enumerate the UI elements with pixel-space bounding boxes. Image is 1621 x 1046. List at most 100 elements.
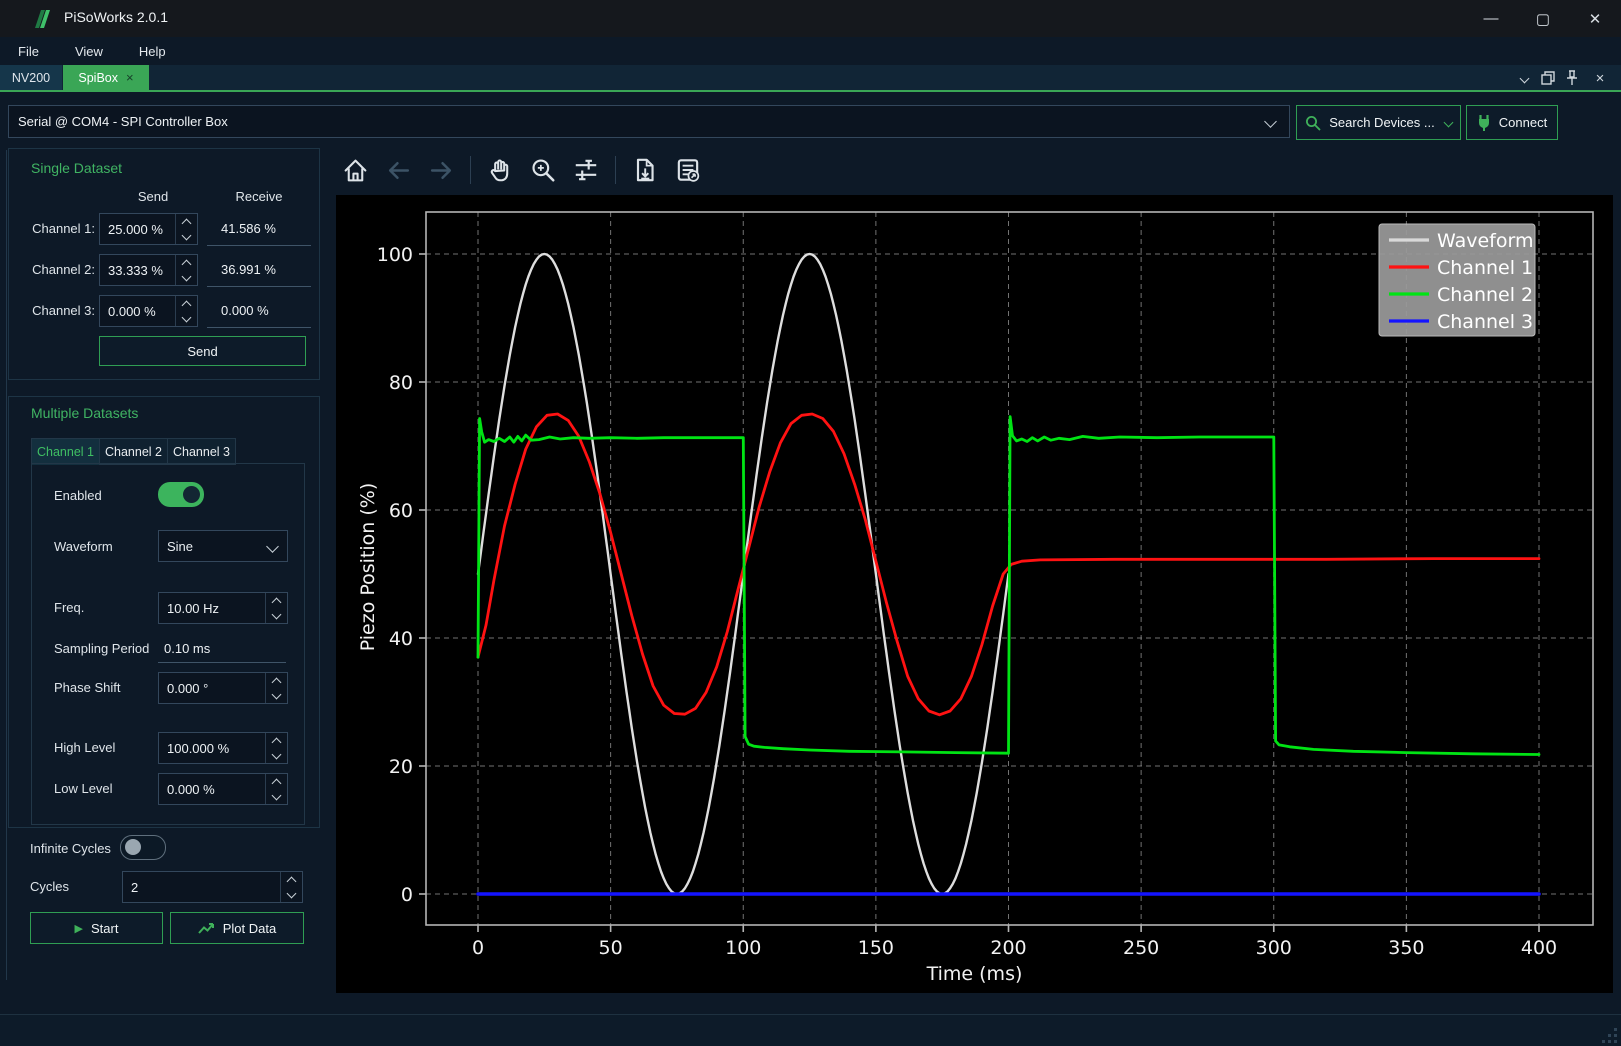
device-select[interactable]: Serial @ COM4 - SPI Controller Box bbox=[8, 105, 1290, 138]
send-column-header: Send bbox=[113, 189, 193, 204]
high-level-label: High Level bbox=[54, 740, 115, 755]
high-level-spin-buttons[interactable] bbox=[265, 733, 287, 763]
svg-text:100: 100 bbox=[725, 937, 761, 959]
plot-line-icon bbox=[198, 921, 215, 935]
cycles-input[interactable]: 2 bbox=[122, 871, 303, 903]
menu-help[interactable]: Help bbox=[121, 37, 184, 65]
channel3-send-spin-buttons[interactable] bbox=[175, 296, 197, 326]
tab-list-chevron-icon[interactable] bbox=[1513, 67, 1535, 89]
tab-channel-1[interactable]: Channel 1 bbox=[31, 438, 100, 465]
send-button-label: Send bbox=[187, 344, 217, 359]
search-devices-button[interactable]: Search Devices ... bbox=[1296, 105, 1461, 140]
channel1-send-spin-buttons[interactable] bbox=[175, 214, 197, 244]
tab-channel-2-label: Channel 2 bbox=[105, 445, 162, 459]
chart-figure[interactable]: 050100150200250300350400020406080100Wave… bbox=[336, 195, 1613, 993]
channel2-label: Channel 2: bbox=[9, 262, 95, 277]
channel3-send-input[interactable]: 0.000 % bbox=[99, 295, 198, 327]
status-bar bbox=[0, 1014, 1621, 1046]
home-icon[interactable] bbox=[338, 153, 372, 187]
close-button[interactable]: ✕ bbox=[1569, 0, 1621, 37]
low-level-spin-buttons[interactable] bbox=[265, 774, 287, 804]
tab-channel-2[interactable]: Channel 2 bbox=[99, 438, 168, 465]
phase-spin-buttons[interactable] bbox=[265, 673, 287, 703]
infinite-cycles-toggle[interactable] bbox=[120, 835, 166, 860]
svg-text:400: 400 bbox=[1521, 937, 1557, 959]
low-level-value: 0.000 % bbox=[159, 774, 265, 804]
channel1-send-input[interactable]: 25.000 % bbox=[99, 213, 198, 245]
high-level-input[interactable]: 100.000 % bbox=[158, 732, 288, 764]
svg-text:Channel 2: Channel 2 bbox=[1437, 284, 1533, 306]
start-button[interactable]: ▶ Start bbox=[30, 912, 163, 944]
svg-text:100: 100 bbox=[377, 244, 413, 266]
freq-input[interactable]: 10.00 Hz bbox=[158, 592, 288, 624]
channel1-receive-value: 41.586 % bbox=[221, 221, 276, 236]
close-pane-icon[interactable]: × bbox=[1589, 67, 1611, 89]
cycles-spin-buttons[interactable] bbox=[280, 872, 302, 902]
freq-label: Freq. bbox=[54, 600, 84, 615]
multiple-datasets-group: Multiple Datasets Channel 1 Channel 2 Ch… bbox=[8, 396, 320, 828]
tab-close-icon[interactable]: × bbox=[126, 70, 134, 85]
search-devices-label: Search Devices ... bbox=[1329, 115, 1435, 130]
svg-text:Channel 1: Channel 1 bbox=[1437, 257, 1533, 279]
cycles-value: 2 bbox=[123, 872, 280, 902]
zoom-icon[interactable] bbox=[526, 153, 560, 187]
pan-icon[interactable] bbox=[483, 153, 517, 187]
channel2-send-input[interactable]: 33.333 % bbox=[99, 254, 198, 286]
menu-bar: File View Help bbox=[0, 37, 1621, 65]
phase-shift-input[interactable]: 0.000 ° bbox=[158, 672, 288, 704]
svg-text:350: 350 bbox=[1388, 937, 1424, 959]
menu-view[interactable]: View bbox=[57, 37, 121, 65]
forward-icon[interactable] bbox=[424, 153, 458, 187]
svg-text:150: 150 bbox=[858, 937, 894, 959]
svg-text:300: 300 bbox=[1256, 937, 1292, 959]
window-title: PiSoWorks 2.0.1 bbox=[64, 9, 168, 25]
receive-column-header: Receive bbox=[214, 189, 304, 204]
svg-text:80: 80 bbox=[389, 372, 413, 394]
channel1-settings-panel: Enabled Waveform Sine Freq. 10.00 Hz Sam… bbox=[31, 463, 305, 825]
menu-file[interactable]: File bbox=[0, 37, 57, 65]
enabled-label: Enabled bbox=[54, 488, 102, 503]
minimize-button[interactable]: — bbox=[1465, 0, 1517, 37]
channel3-send-value: 0.000 % bbox=[100, 296, 175, 326]
tab-spibox[interactable]: SpiBox × bbox=[63, 65, 149, 90]
freq-spin-buttons[interactable] bbox=[265, 593, 287, 623]
float-window-icon[interactable] bbox=[1537, 67, 1559, 89]
panel-edge-line bbox=[6, 150, 7, 980]
resize-grip[interactable] bbox=[1614, 1040, 1617, 1043]
save-figure-icon[interactable] bbox=[628, 153, 662, 187]
waveform-select[interactable]: Sine bbox=[158, 530, 288, 562]
plug-icon bbox=[1477, 114, 1491, 131]
waveform-label: Waveform bbox=[54, 539, 113, 554]
low-level-label: Low Level bbox=[54, 781, 113, 796]
connect-button[interactable]: Connect bbox=[1466, 105, 1558, 140]
svg-text:40: 40 bbox=[389, 628, 413, 650]
x-axis-label: Time (ms) bbox=[336, 963, 1613, 985]
infinite-cycles-label: Infinite Cycles bbox=[30, 841, 111, 856]
search-icon bbox=[1305, 115, 1321, 131]
svg-text:20: 20 bbox=[389, 756, 413, 778]
enabled-toggle[interactable] bbox=[158, 482, 204, 507]
channel2-send-spin-buttons[interactable] bbox=[175, 255, 197, 285]
phase-shift-label: Phase Shift bbox=[54, 680, 121, 695]
cycles-label: Cycles bbox=[30, 879, 69, 894]
send-button[interactable]: Send bbox=[99, 336, 306, 366]
subplot-settings-icon[interactable] bbox=[569, 153, 603, 187]
low-level-input[interactable]: 0.000 % bbox=[158, 773, 288, 805]
svg-text:0: 0 bbox=[401, 884, 413, 906]
resize-grip-dot bbox=[1602, 1040, 1605, 1043]
maximize-button[interactable]: ▢ bbox=[1517, 0, 1569, 37]
svg-text:60: 60 bbox=[389, 500, 413, 522]
pin-icon[interactable] bbox=[1561, 67, 1583, 89]
app-window: PiSoWorks 2.0.1 — ▢ ✕ File View Help NV2… bbox=[0, 0, 1621, 1046]
channel2-receive-value: 36.991 % bbox=[221, 262, 276, 277]
export-data-icon[interactable] bbox=[671, 153, 705, 187]
tab-channel-3[interactable]: Channel 3 bbox=[167, 438, 236, 465]
channel3-label: Channel 3: bbox=[9, 303, 95, 318]
chart-legend: WaveformChannel 1Channel 2Channel 3 bbox=[1379, 224, 1535, 336]
resize-grip-dot bbox=[1608, 1040, 1611, 1043]
tab-nv200[interactable]: NV200 bbox=[0, 65, 62, 90]
chevron-down-icon bbox=[266, 540, 279, 553]
waveform-select-value: Sine bbox=[159, 539, 268, 554]
plot-data-button[interactable]: Plot Data bbox=[170, 912, 304, 944]
back-icon[interactable] bbox=[381, 153, 415, 187]
